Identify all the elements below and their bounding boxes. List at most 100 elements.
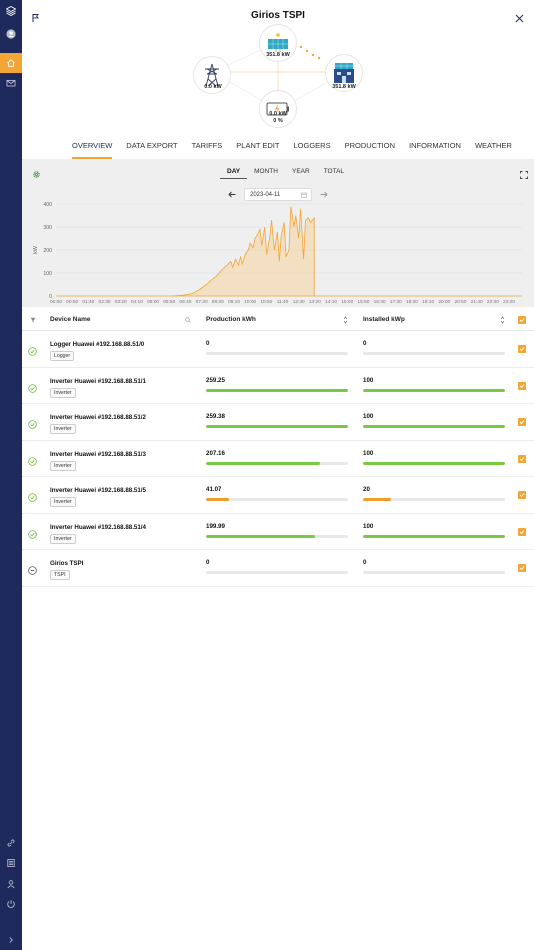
x-tick-label: 11:40 bbox=[277, 299, 289, 305]
tab-plant-edit[interactable]: PLANT EDIT bbox=[236, 141, 279, 159]
row-checkbox[interactable] bbox=[518, 527, 526, 536]
device-name[interactable]: Inverter Huawei #192.168.88.51/4 bbox=[50, 524, 146, 531]
logo-icon[interactable] bbox=[0, 1, 22, 21]
row-checkbox[interactable] bbox=[518, 491, 526, 499]
arrow-left-svg bbox=[228, 191, 236, 198]
period-month[interactable]: MONTH bbox=[247, 168, 285, 179]
y-tick-label: 400 bbox=[43, 202, 52, 208]
checkbox-box bbox=[518, 527, 526, 536]
sort-production-icon[interactable] bbox=[343, 316, 348, 326]
tab-weather[interactable]: WEATHER bbox=[475, 141, 512, 159]
x-tick-label: 00:50 bbox=[66, 299, 78, 305]
table-row[interactable]: Girios TSPI TSPI 0 0 bbox=[22, 550, 534, 587]
tab-overview[interactable]: OVERVIEW bbox=[72, 141, 113, 159]
mail-icon[interactable] bbox=[0, 73, 22, 93]
production-bar-fill bbox=[206, 498, 229, 501]
production-value: 199.99 bbox=[206, 522, 225, 530]
settings-gear-icon[interactable] bbox=[32, 166, 41, 184]
x-tick-label: 17:30 bbox=[390, 299, 402, 305]
check-icon bbox=[519, 347, 525, 352]
home-icon[interactable] bbox=[0, 53, 22, 73]
table-row[interactable]: Inverter Huawei #192.168.88.51/4 Inverter… bbox=[22, 514, 534, 550]
column-device-name[interactable]: Device Name bbox=[50, 316, 90, 323]
tab-production[interactable]: PRODUCTION bbox=[345, 141, 395, 159]
x-tick-label: 00:00 bbox=[50, 299, 62, 305]
check-icon bbox=[519, 318, 525, 323]
tab-information[interactable]: INFORMATION bbox=[409, 141, 461, 159]
installed-bar-fill bbox=[363, 461, 505, 465]
period-total[interactable]: TOTAL bbox=[317, 168, 351, 179]
arrow-right-svg bbox=[320, 191, 328, 198]
home-icon-svg bbox=[7, 59, 15, 67]
table-row[interactable]: Inverter Huawei #192.168.88.51/2 Inverter… bbox=[22, 404, 534, 441]
production-bar-fill bbox=[206, 461, 320, 465]
x-tick-label: 03:20 bbox=[115, 299, 127, 305]
table-row[interactable]: Logger Huawei #192.168.88.51/0 Logger 0 0 bbox=[22, 331, 534, 368]
device-name[interactable]: Logger Huawei #192.168.88.51/0 bbox=[50, 341, 144, 348]
status-icon bbox=[28, 343, 37, 361]
installed-bar bbox=[363, 425, 505, 428]
checkbox-box bbox=[518, 454, 526, 463]
table-row[interactable]: Inverter Huawei #192.168.88.51/5 Inverter… bbox=[22, 477, 534, 514]
tab-data-export[interactable]: DATA EXPORT bbox=[126, 141, 177, 159]
installed-bar bbox=[363, 534, 505, 538]
production-value: 259.25 bbox=[206, 376, 225, 384]
search-icon[interactable] bbox=[185, 317, 191, 325]
fullscreen-icon-svg bbox=[520, 171, 528, 179]
x-tick-label: 07:30 bbox=[196, 299, 208, 305]
table-row[interactable]: Inverter Huawei #192.168.88.51/3 Inverter… bbox=[22, 441, 534, 477]
fullscreen-icon[interactable] bbox=[520, 166, 528, 184]
device-name[interactable]: Inverter Huawei #192.168.88.51/5 bbox=[50, 487, 146, 494]
production-bar bbox=[206, 534, 348, 538]
row-checkbox[interactable] bbox=[518, 381, 526, 390]
row-checkbox[interactable] bbox=[518, 454, 526, 463]
grid-value: 0.0 kW bbox=[204, 84, 222, 90]
installed-value: 100 bbox=[363, 376, 374, 384]
tab-tariffs[interactable]: TARIFFS bbox=[192, 141, 223, 159]
x-tick-label: 15:50 bbox=[357, 299, 369, 305]
link-icon[interactable] bbox=[0, 833, 22, 853]
x-tick-label: 08:20 bbox=[212, 299, 224, 305]
device-name[interactable]: Inverter Huawei #192.168.88.51/3 bbox=[50, 451, 146, 458]
installed-bar-fill bbox=[363, 498, 392, 501]
checkbox-box bbox=[518, 564, 526, 572]
person-icon[interactable] bbox=[0, 874, 22, 894]
checkbox-box bbox=[518, 491, 526, 499]
period-day[interactable]: DAY bbox=[220, 168, 248, 179]
chart-panel: DAY MONTH YEAR TOTAL 2023-04-11 0 100 200 3… bbox=[22, 159, 534, 307]
production-bar bbox=[206, 388, 348, 392]
sort-installed-icon[interactable] bbox=[500, 316, 505, 326]
select-all-checkbox[interactable] bbox=[518, 316, 526, 324]
production-bar bbox=[206, 498, 348, 501]
power-icon[interactable] bbox=[0, 894, 22, 914]
y-tick-label: 300 bbox=[43, 225, 52, 231]
link-icon-svg bbox=[7, 839, 15, 847]
close-icon[interactable] bbox=[515, 10, 524, 28]
solar-panel-icon bbox=[268, 33, 288, 52]
user-avatar-icon[interactable] bbox=[0, 24, 22, 44]
status-ok-icon bbox=[28, 383, 37, 393]
row-checkbox[interactable] bbox=[518, 418, 526, 426]
checkbox-box bbox=[518, 316, 526, 324]
checkbox-box bbox=[518, 345, 526, 353]
installed-value: 100 bbox=[363, 522, 374, 530]
device-name[interactable]: Inverter Huawei #192.168.88.51/2 bbox=[50, 414, 146, 421]
row-checkbox[interactable] bbox=[518, 345, 526, 353]
chevron-right-icon[interactable] bbox=[0, 930, 22, 950]
period-year[interactable]: YEAR bbox=[285, 168, 317, 179]
user-avatar-svg bbox=[6, 29, 16, 39]
column-installed[interactable]: Installed kWp bbox=[363, 316, 405, 323]
filter-icon-svg bbox=[30, 317, 36, 323]
power-icon-svg bbox=[7, 900, 15, 908]
device-name[interactable]: Inverter Huawei #192.168.88.51/1 bbox=[50, 378, 146, 385]
filter-icon[interactable] bbox=[30, 317, 36, 325]
list-icon[interactable] bbox=[0, 853, 22, 873]
column-production[interactable]: Production kWh bbox=[206, 316, 256, 323]
production-bar bbox=[206, 461, 348, 465]
table-row[interactable]: Inverter Huawei #192.168.88.51/1 Inverter… bbox=[22, 368, 534, 404]
installed-value: 20 bbox=[363, 486, 370, 493]
production-bar-fill bbox=[206, 388, 348, 392]
row-checkbox[interactable] bbox=[518, 564, 526, 572]
device-name[interactable]: Girios TSPI bbox=[50, 560, 83, 567]
tab-loggers[interactable]: LOGGERS bbox=[293, 141, 330, 159]
